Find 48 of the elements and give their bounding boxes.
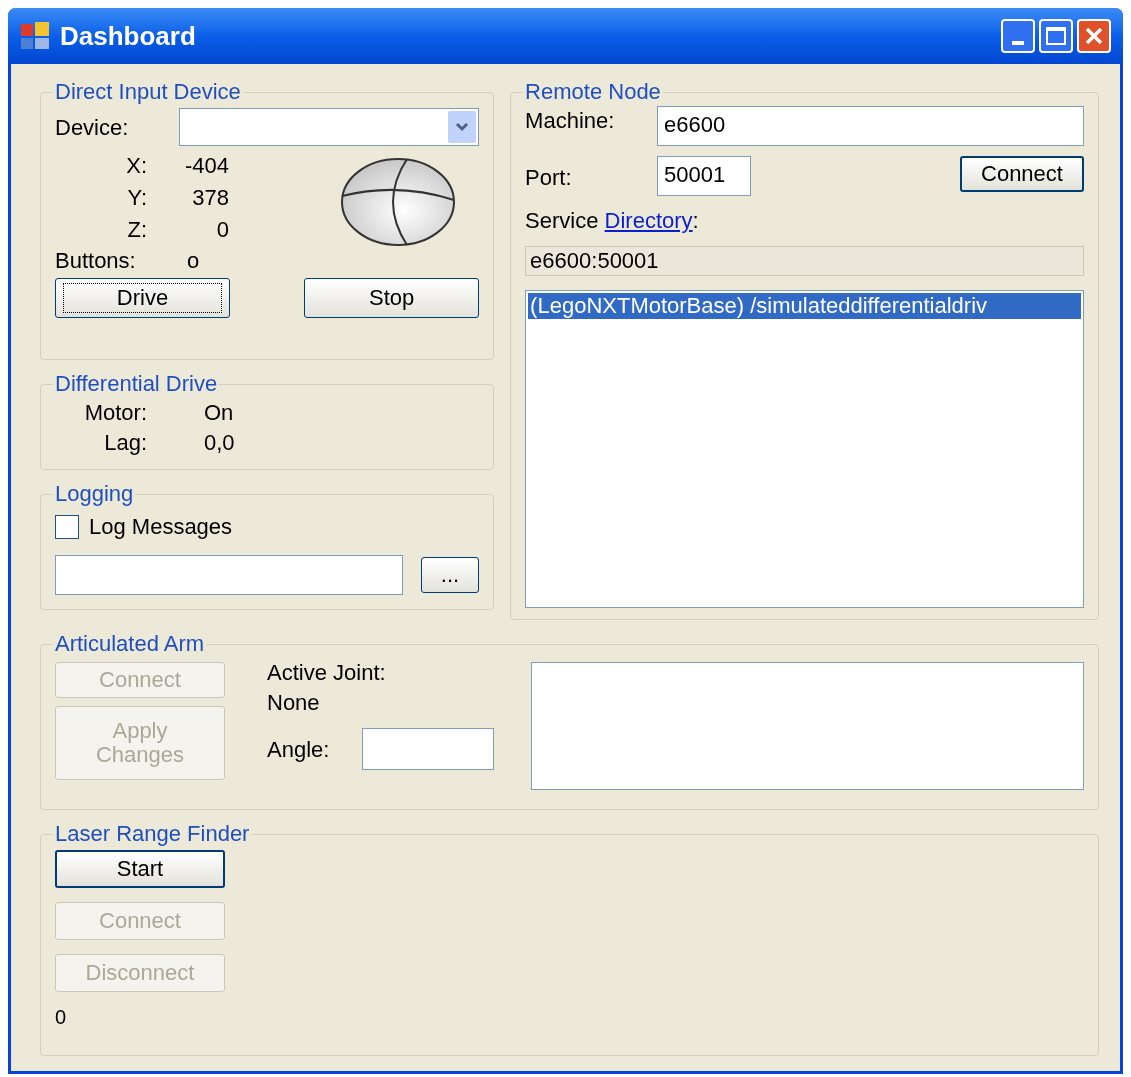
close-icon bbox=[1084, 26, 1104, 46]
field-label: Port: bbox=[525, 164, 573, 192]
field-label: Device: bbox=[55, 113, 130, 142]
directory-link[interactable]: Directory bbox=[604, 208, 693, 233]
app-icon bbox=[20, 21, 50, 51]
axis-label: X: bbox=[125, 152, 147, 180]
push-button[interactable]: Drive bbox=[55, 278, 230, 318]
field-value: On bbox=[204, 399, 234, 427]
group-title: Laser Range Finder bbox=[54, 820, 251, 848]
angle-field[interactable] bbox=[362, 728, 494, 770]
group-title: Differential Drive bbox=[54, 370, 219, 398]
checkbox-label: Log Messages bbox=[89, 513, 233, 541]
service-list[interactable]: (LegoNXTMotorBase) /simulateddifferentialdriv bbox=[525, 290, 1084, 608]
push-button[interactable]: Start bbox=[55, 850, 225, 888]
address-field: e6600:50001 bbox=[525, 246, 1084, 276]
service-label: Service Directory: bbox=[525, 207, 700, 235]
axis-value: -404 bbox=[183, 152, 229, 180]
checkbox[interactable] bbox=[55, 514, 79, 539]
field-label: Angle: bbox=[267, 735, 331, 764]
axis-value: 378 bbox=[191, 184, 229, 212]
field-label: Motor: bbox=[83, 399, 147, 427]
push-button[interactable]: ... bbox=[421, 557, 479, 593]
field-value: 0,0 bbox=[204, 429, 235, 457]
machine-field[interactable]: e6600 bbox=[657, 106, 1084, 146]
field-label: Buttons: bbox=[55, 247, 137, 275]
field-label: Lag: bbox=[103, 429, 147, 457]
axis-value: 0 bbox=[215, 216, 229, 244]
group-title: Articulated Arm bbox=[54, 630, 206, 658]
close-button[interactable] bbox=[1077, 19, 1111, 53]
field-label: Active Joint: bbox=[267, 659, 387, 687]
axis-label: Y: bbox=[126, 184, 147, 212]
group-title: Remote Node bbox=[524, 78, 662, 106]
port-field[interactable]: 50001 bbox=[657, 156, 752, 196]
axis-label: Z: bbox=[126, 216, 147, 244]
field-label: Machine: bbox=[525, 107, 616, 135]
window-title: Dashboard bbox=[60, 19, 196, 53]
device-dropdown[interactable] bbox=[179, 108, 480, 146]
maximize-button[interactable] bbox=[1039, 19, 1073, 53]
push-button[interactable]: Stop bbox=[304, 278, 480, 318]
group-title: Logging bbox=[54, 480, 135, 508]
buttons-value: o bbox=[187, 247, 200, 275]
push-button[interactable]: Connect bbox=[960, 156, 1084, 192]
minimize-button[interactable] bbox=[1001, 19, 1035, 53]
reading-value: 0 bbox=[55, 1005, 68, 1030]
list-item[interactable]: (LegoNXTMotorBase) /simulateddifferentialdriv bbox=[528, 293, 1081, 319]
log-file-field[interactable] bbox=[55, 555, 403, 595]
active-joint-value: None bbox=[267, 689, 321, 717]
group-title: Direct Input Device bbox=[54, 78, 242, 106]
